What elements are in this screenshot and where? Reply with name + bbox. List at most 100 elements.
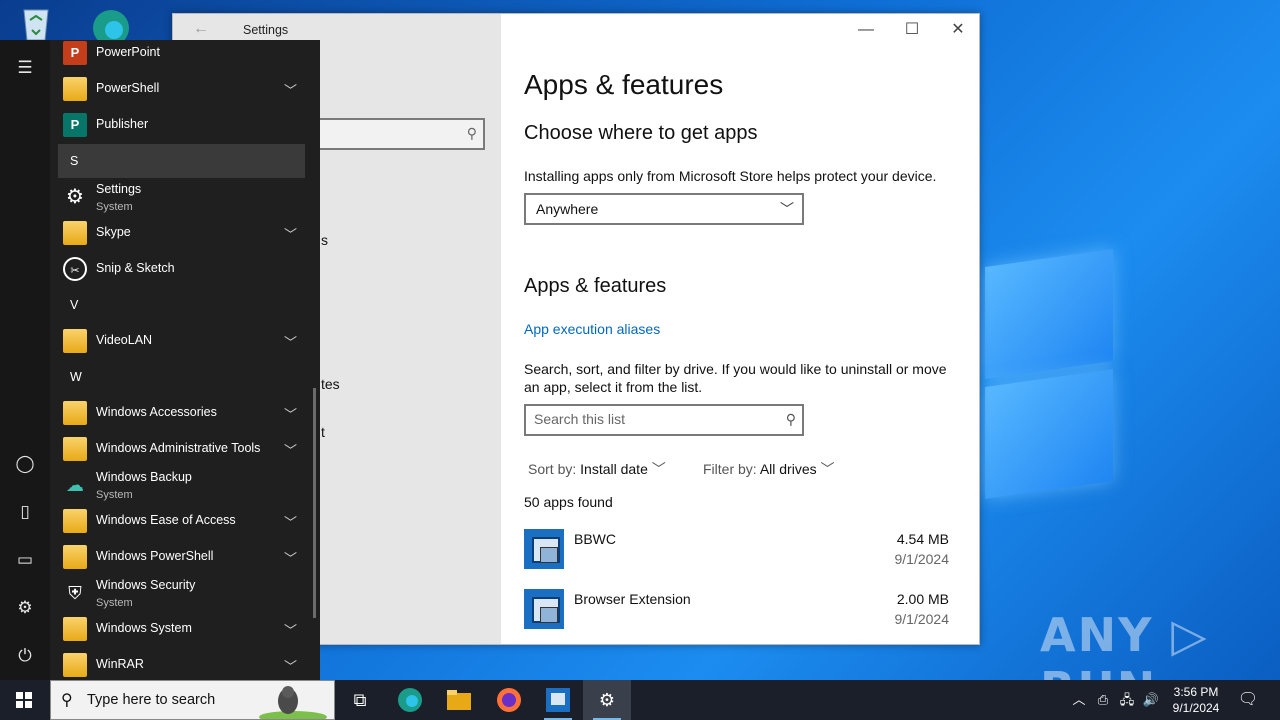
chevron-down-icon: ﹀ [820, 461, 835, 477]
installer-taskbar-icon[interactable] [534, 680, 582, 720]
close-button[interactable]: ✕ [935, 14, 981, 46]
nav-item-fragment[interactable]: tes [321, 376, 340, 392]
letter-header-w[interactable]: W [58, 360, 305, 394]
start-item-publisher[interactable]: P Publisher [58, 107, 305, 143]
start-item-winrar[interactable]: WinRAR ﹀ [58, 647, 305, 683]
item-label: Windows Backup [96, 470, 192, 484]
item-label: Settings [96, 182, 142, 196]
chevron-down-icon: ﹀ [283, 335, 297, 350]
start-scrollbar[interactable] [313, 388, 316, 618]
app-date: 9/1/2024 [894, 551, 950, 567]
start-item-settings[interactable]: ⚙ Settings System [58, 179, 305, 215]
pictures-icon[interactable]: ▭ [13, 548, 37, 572]
minimize-button[interactable]: — [843, 14, 889, 46]
nav-item-fragment[interactable]: s [321, 232, 328, 248]
gear-icon: ⚙ [66, 186, 84, 208]
app-size: 4.54 MB [896, 531, 949, 547]
folder-icon [63, 617, 87, 641]
file-explorer-icon[interactable] [435, 680, 483, 720]
start-item-windows-accessories[interactable]: Windows Accessories ﹀ [58, 395, 305, 431]
app-list-item[interactable]: BBWC 4.54 MB 9/1/2024 [524, 529, 949, 581]
device-icon[interactable]: ⎙ [1092, 680, 1114, 720]
search-description: Search, sort, and filter by drive. If yo… [524, 361, 947, 395]
clock-date: 9/1/2024 [1172, 701, 1220, 715]
filter-by-control[interactable]: Filter by: All drives ﹀ [703, 459, 835, 479]
folder-icon [63, 77, 87, 101]
chevron-down-icon: ﹀ [283, 515, 297, 530]
filter-value: All drives [759, 461, 817, 477]
chevron-down-icon: ﹀ [283, 551, 297, 566]
start-item-powershell[interactable]: PowerShell ﹀ [58, 71, 305, 107]
app-source-dropdown[interactable]: Anywhere ﹀ [524, 193, 804, 225]
edge-browser-icon[interactable] [386, 680, 434, 720]
snip-sketch-icon: ✂ [63, 257, 87, 281]
network-icon[interactable]: 🖧 [1116, 680, 1138, 720]
item-label: Windows System [96, 621, 192, 635]
taskbar-search-box[interactable]: ⚲ [50, 680, 335, 720]
letter-label: W [70, 370, 82, 384]
firefox-icon[interactable] [485, 680, 533, 720]
item-label: Windows PowerShell [96, 549, 214, 563]
user-account-icon[interactable]: ◯ [13, 452, 37, 476]
find-setting-search[interactable]: ⚲ [313, 118, 485, 150]
installer-icon [524, 589, 564, 629]
installer-icon [524, 529, 564, 569]
dropdown-value: Anywhere [536, 201, 599, 217]
taskbar-search-input[interactable] [87, 692, 267, 708]
item-label: Snip & Sketch [96, 261, 175, 275]
folder-icon [63, 401, 87, 425]
item-label: Windows Accessories [96, 405, 217, 419]
choose-description: Installing apps only from Microsoft Stor… [524, 168, 937, 184]
sort-by-control[interactable]: Sort by: Install date ﹀ [528, 459, 666, 479]
hamburger-menu-icon[interactable]: ☰ [13, 56, 37, 80]
start-item-windows-system[interactable]: Windows System ﹀ [58, 611, 305, 647]
item-label: VideoLAN [96, 333, 153, 347]
filter-label: Filter by: [703, 461, 757, 477]
letter-header-s[interactable]: S [58, 144, 305, 178]
search-list-field[interactable]: ⚲ [524, 404, 804, 436]
start-item-videolan[interactable]: VideoLAN ﹀ [58, 323, 305, 359]
app-list-item[interactable]: Browser Extension 2.00 MB 9/1/2024 [524, 589, 949, 641]
nav-item-fragment[interactable]: t [321, 424, 325, 440]
chevron-down-icon: ﹀ [283, 623, 297, 638]
start-item-skype[interactable]: Skype ﹀ [58, 215, 305, 251]
folder-icon [63, 545, 87, 569]
show-hidden-icons-chevron-up-icon[interactable]: ︿ [1068, 680, 1090, 720]
maximize-button[interactable]: ☐ [889, 14, 935, 46]
publisher-icon: P [63, 113, 87, 137]
search-icon: ⚲ [466, 125, 477, 141]
settings-taskbar-icon[interactable]: ⚙ [583, 680, 631, 720]
app-execution-aliases-link[interactable]: App execution aliases [524, 321, 660, 337]
settings-gear-icon[interactable]: ⚙ [13, 596, 37, 620]
start-item-windows-powershell[interactable]: Windows PowerShell ﹀ [58, 539, 305, 575]
letter-header-v[interactable]: V [58, 288, 305, 322]
start-item-windows-backup[interactable]: ☁ Windows Backup System [58, 467, 305, 503]
search-list-input[interactable] [534, 411, 764, 427]
start-item-powerpoint[interactable]: P PowerPoint [58, 35, 305, 71]
item-sublabel: System [96, 489, 133, 501]
chevron-down-icon: ﹀ [283, 83, 297, 98]
power-icon[interactable]: ⏻ [13, 644, 37, 668]
documents-icon[interactable]: ▯ [13, 500, 37, 524]
chevron-down-icon: ﹀ [283, 227, 297, 242]
item-label: Publisher [96, 117, 149, 131]
apps-count: 50 apps found [524, 494, 613, 510]
start-button[interactable] [0, 680, 48, 720]
start-item-windows-security[interactable]: ⛨ Windows Security System [58, 575, 305, 611]
section-heading: Apps & features [524, 275, 667, 297]
choose-heading: Choose where to get apps [524, 122, 758, 144]
task-view-icon[interactable]: ⧉ [336, 680, 384, 720]
app-list: P PowerPoint PowerShell ﹀ P Publisher S … [58, 40, 308, 680]
notifications-icon[interactable]: 🗨 [1234, 680, 1262, 720]
start-item-windows-ease-of-access[interactable]: Windows Ease of Access ﹀ [58, 503, 305, 539]
start-item-windows-admin-tools[interactable]: Windows Administrative Tools ﹀ [58, 431, 305, 467]
app-name: BBWC [574, 531, 616, 547]
clock[interactable]: 3:56 PM 9/1/2024 [1164, 684, 1228, 716]
sort-label: Sort by: [528, 461, 577, 477]
folder-icon [63, 221, 87, 245]
taskbar: ⚲ ⧉ ⚙ ︿ ⎙ 🖧 🔊 3:56 PM 9/1/2024 🗨 [0, 680, 1280, 720]
volume-icon[interactable]: 🔊 [1140, 680, 1162, 720]
start-item-snip-sketch[interactable]: ✂ Snip & Sketch [58, 251, 305, 287]
item-sublabel: System [96, 597, 133, 609]
item-label: PowerShell [96, 81, 160, 95]
